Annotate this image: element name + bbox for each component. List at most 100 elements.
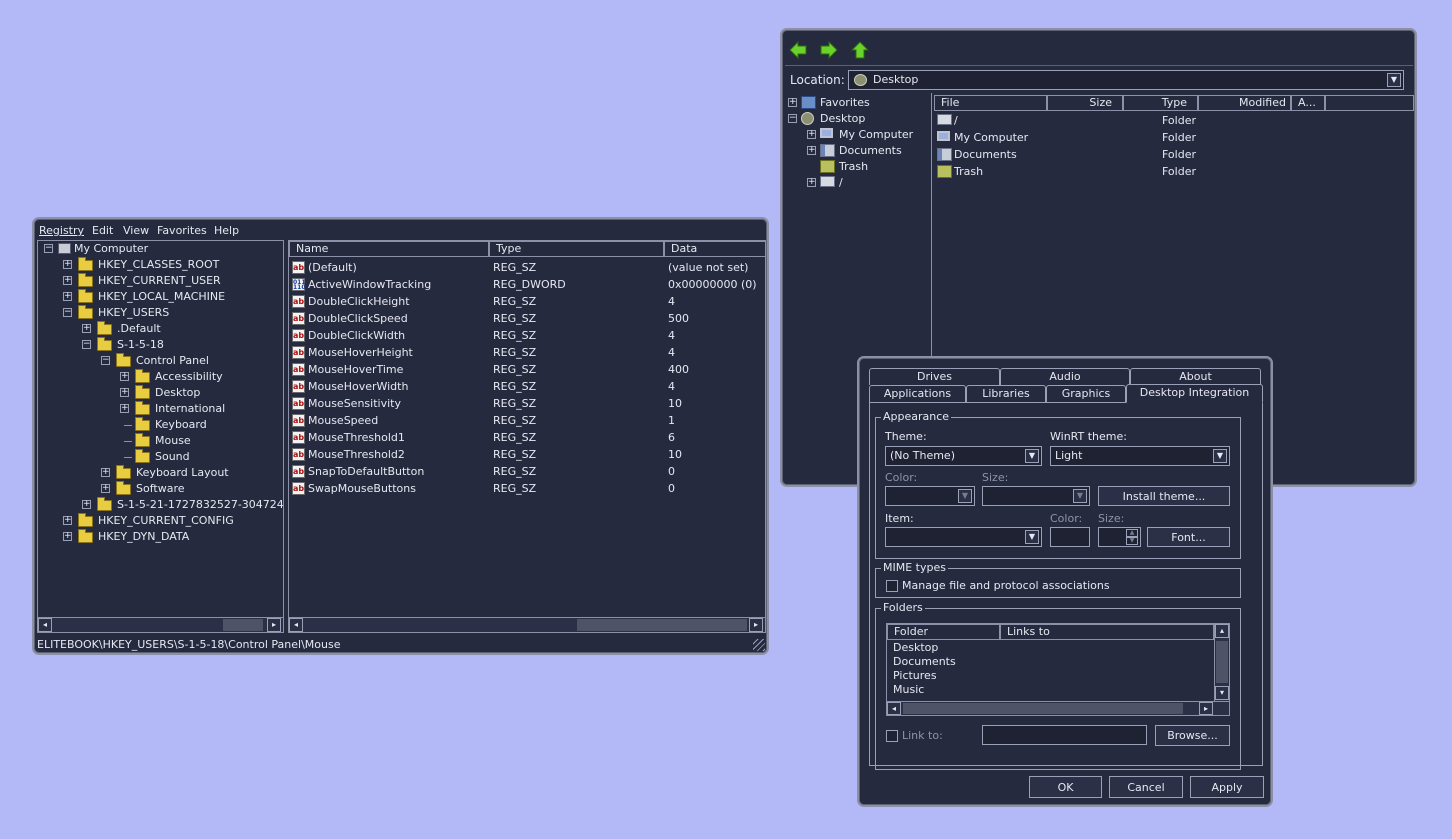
- tree-item[interactable]: + International: [38, 401, 283, 417]
- resize-grip-icon[interactable]: [753, 639, 765, 651]
- collapse-icon[interactable]: −: [788, 114, 797, 123]
- spin-up-icon[interactable]: ▲: [1126, 529, 1138, 537]
- scroll-right-icon[interactable]: ▸: [749, 618, 763, 632]
- menu-registry[interactable]: Registry: [39, 224, 84, 237]
- column-header-size[interactable]: Size: [1047, 95, 1123, 111]
- scroll-thumb[interactable]: [577, 619, 747, 631]
- install-theme-button[interactable]: Install theme...: [1098, 486, 1230, 506]
- expand-icon[interactable]: +: [120, 372, 129, 381]
- font-button[interactable]: Font...: [1147, 527, 1230, 547]
- column-header-type[interactable]: Type: [1123, 95, 1198, 111]
- expand-icon[interactable]: +: [63, 292, 72, 301]
- expand-icon[interactable]: +: [63, 260, 72, 269]
- tree-item[interactable]: + HKEY_DYN_DATA: [38, 529, 283, 545]
- location-combo[interactable]: Desktop ▼: [848, 70, 1404, 90]
- scroll-right-icon[interactable]: ▸: [267, 618, 281, 632]
- theme-combo[interactable]: (No Theme) ▼: [885, 446, 1042, 466]
- value-row[interactable]: ab SnapToDefaultButton REG_SZ 0: [289, 463, 765, 480]
- column-header-file[interactable]: File: [934, 95, 1047, 111]
- expand-icon[interactable]: +: [82, 324, 91, 333]
- expand-icon[interactable]: +: [807, 178, 816, 187]
- chevron-down-icon[interactable]: ▼: [1025, 530, 1039, 544]
- browse-button[interactable]: Browse...: [1155, 725, 1230, 746]
- expand-icon[interactable]: +: [63, 516, 72, 525]
- scroll-left-icon[interactable]: ◂: [887, 702, 901, 715]
- tree-item[interactable]: + .Default: [38, 321, 283, 337]
- collapse-icon[interactable]: −: [82, 340, 91, 349]
- menu-edit[interactable]: Edit: [92, 224, 113, 237]
- column-header-links-to[interactable]: Links to: [1000, 624, 1214, 640]
- tab-graphics[interactable]: Graphics: [1046, 385, 1126, 402]
- column-header-type[interactable]: Type: [489, 241, 664, 257]
- scroll-up-icon[interactable]: ▴: [1215, 624, 1229, 638]
- expand-icon[interactable]: +: [82, 500, 91, 509]
- value-row[interactable]: 011 110 ActiveWindowTracking REG_DWORD 0x00…: [289, 276, 765, 293]
- chevron-down-icon[interactable]: ▼: [1387, 73, 1401, 87]
- tree-item[interactable]: + Software: [38, 481, 283, 497]
- cancel-button[interactable]: Cancel: [1109, 776, 1183, 798]
- expand-icon[interactable]: +: [807, 146, 816, 155]
- tree-item[interactable]: + S-1-5-21-1727832527-3047245813: [38, 497, 283, 513]
- item-size-spinner[interactable]: ▲ ▼: [1098, 527, 1141, 547]
- scroll-left-icon[interactable]: ◂: [289, 618, 303, 632]
- tab-desktop-integration[interactable]: Desktop Integration: [1126, 384, 1263, 403]
- tree-item[interactable]: − Control Panel: [38, 353, 283, 369]
- link-to-checkbox[interactable]: [886, 730, 898, 742]
- value-row[interactable]: ab DoubleClickSpeed REG_SZ 500: [289, 310, 765, 327]
- folders-hscrollbar[interactable]: ◂ ▸: [887, 701, 1229, 715]
- scroll-right-icon[interactable]: ▸: [1199, 702, 1213, 715]
- folder-list-item[interactable]: Music: [893, 683, 924, 697]
- tab-audio[interactable]: Audio: [1000, 368, 1130, 385]
- value-row[interactable]: ab MouseSpeed REG_SZ 1: [289, 412, 765, 429]
- tree-item[interactable]: − HKEY_USERS: [38, 305, 283, 321]
- values-hscrollbar[interactable]: ◂ ▸: [289, 617, 765, 632]
- folders-vscrollbar[interactable]: ▴ ▾: [1214, 624, 1229, 701]
- fm-tree-item[interactable]: + Favorites: [785, 95, 930, 111]
- registry-tree-pane[interactable]: − My Computer + HKEY_CLASSES_ROOT + HKEY_CURR…: [37, 240, 284, 633]
- fm-tree-item[interactable]: + /: [785, 175, 930, 191]
- expand-icon[interactable]: +: [63, 276, 72, 285]
- spin-down-icon[interactable]: ▼: [1126, 537, 1138, 545]
- value-row[interactable]: ab DoubleClickWidth REG_SZ 4: [289, 327, 765, 344]
- up-arrow-icon[interactable]: [851, 41, 869, 59]
- item-combo[interactable]: ▼: [885, 527, 1042, 547]
- apply-button[interactable]: Apply: [1190, 776, 1264, 798]
- registry-values-pane[interactable]: Name Type Data ab (Default) REG_SZ (value n…: [288, 240, 766, 633]
- fm-tree-item[interactable]: + My Computer: [785, 127, 930, 143]
- column-header-name[interactable]: Name: [289, 241, 489, 257]
- scroll-left-icon[interactable]: ◂: [38, 618, 52, 632]
- tree-item[interactable]: Mouse: [38, 433, 283, 449]
- tree-item[interactable]: + HKEY_CURRENT_USER: [38, 273, 283, 289]
- tree-item[interactable]: − S-1-5-18: [38, 337, 283, 353]
- size-combo[interactable]: ▼: [982, 486, 1090, 506]
- expand-icon[interactable]: +: [120, 404, 129, 413]
- tree-item-my-computer[interactable]: − My Computer: [38, 241, 278, 257]
- back-arrow-icon[interactable]: [789, 41, 807, 59]
- tree-item[interactable]: + Desktop: [38, 385, 283, 401]
- column-header-modified[interactable]: Modified: [1198, 95, 1291, 111]
- link-to-field[interactable]: [982, 725, 1147, 745]
- expand-icon[interactable]: +: [63, 532, 72, 541]
- folders-list[interactable]: Folder Links to Desktop Documents Pictures…: [886, 623, 1230, 716]
- fm-tree-item[interactable]: + Documents: [785, 143, 930, 159]
- scroll-down-icon[interactable]: ▾: [1215, 686, 1229, 700]
- column-header-attributes[interactable]: A...: [1291, 95, 1325, 111]
- collapse-icon[interactable]: −: [101, 356, 110, 365]
- winrt-theme-combo[interactable]: Light ▼: [1050, 446, 1230, 466]
- tree-hscrollbar[interactable]: ◂ ▸: [38, 617, 283, 632]
- file-row[interactable]: Trash Folder: [934, 163, 1412, 180]
- value-row[interactable]: ab MouseThreshold1 REG_SZ 6: [289, 429, 765, 446]
- menu-favorites[interactable]: Favorites: [157, 224, 207, 237]
- menu-help[interactable]: Help: [214, 224, 239, 237]
- item-color-picker[interactable]: [1050, 527, 1090, 547]
- collapse-icon[interactable]: −: [44, 244, 53, 253]
- chevron-down-icon[interactable]: ▼: [1213, 449, 1227, 463]
- scroll-thumb[interactable]: [903, 703, 1183, 714]
- chevron-down-icon[interactable]: ▼: [1025, 449, 1039, 463]
- file-row[interactable]: My Computer Folder: [934, 129, 1412, 146]
- expand-icon[interactable]: +: [788, 98, 797, 107]
- folder-list-item[interactable]: Desktop: [893, 641, 938, 655]
- tree-item[interactable]: + HKEY_LOCAL_MACHINE: [38, 289, 283, 305]
- value-row[interactable]: ab DoubleClickHeight REG_SZ 4: [289, 293, 765, 310]
- ok-button[interactable]: OK: [1029, 776, 1102, 798]
